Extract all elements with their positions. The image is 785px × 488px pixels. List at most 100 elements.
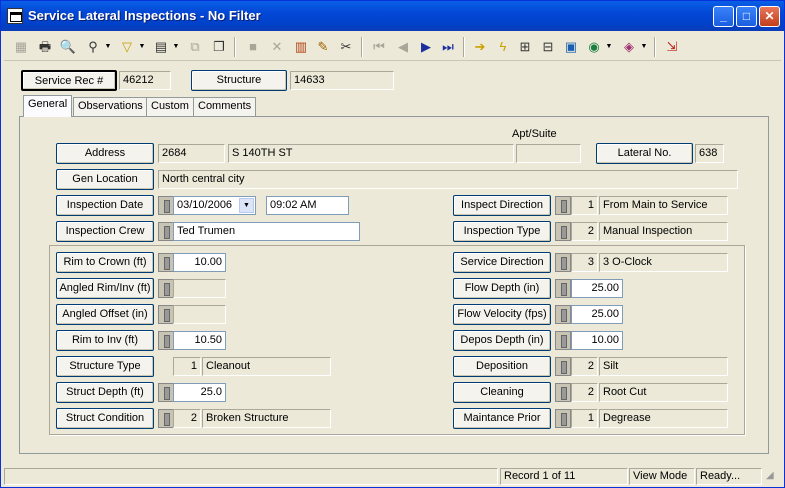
- maximize-button[interactable]: □: [736, 6, 757, 27]
- rim-to-crown-button[interactable]: Rim to Crown (ft): [56, 252, 154, 273]
- copy-icon[interactable]: ⧉: [184, 36, 206, 58]
- form-dropdown-icon[interactable]: ▼: [172, 36, 180, 58]
- filter-dropdown-icon[interactable]: ▼: [138, 36, 146, 58]
- duplicate-icon[interactable]: ❐: [208, 36, 230, 58]
- tab-general[interactable]: General: [23, 95, 73, 117]
- structure-type-button[interactable]: Structure Type: [56, 356, 154, 377]
- flow-velocity-button[interactable]: Flow Velocity (fps): [453, 304, 551, 325]
- tab-custom[interactable]: Custom: [146, 97, 194, 116]
- close-button[interactable]: ✕: [759, 6, 780, 27]
- book-icon[interactable]: ◈: [618, 36, 640, 58]
- rim-to-inv-button[interactable]: Rim to Inv (ft): [56, 330, 154, 351]
- minimize-button[interactable]: _: [713, 6, 734, 27]
- filter-icon[interactable]: ▽: [116, 36, 138, 58]
- record-selector-icon[interactable]: [158, 331, 174, 350]
- struct-depth-field[interactable]: 25.0: [173, 383, 226, 402]
- address-number-field: 2684: [158, 144, 225, 163]
- service-direction-button[interactable]: Service Direction: [453, 252, 551, 273]
- record-selector-icon[interactable]: [158, 253, 174, 272]
- inspection-crew-field[interactable]: Ted Trumen: [173, 222, 360, 241]
- structure-button[interactable]: Structure: [191, 70, 287, 91]
- gen-location-field: North central city: [158, 170, 738, 189]
- record-selector-icon[interactable]: [555, 409, 571, 428]
- tab-observations[interactable]: Observations: [73, 97, 148, 116]
- book-dropdown-icon[interactable]: ▼: [640, 36, 648, 58]
- record-selector-icon[interactable]: [555, 253, 571, 272]
- cleaning-button[interactable]: Cleaning: [453, 382, 551, 403]
- service-direction-code: 3: [571, 253, 598, 272]
- rim-to-inv-field[interactable]: 10.50: [173, 331, 226, 350]
- scissors-icon[interactable]: ✂: [335, 36, 357, 58]
- tab-comments[interactable]: Comments: [193, 97, 257, 116]
- struct-condition-code: 2: [173, 409, 201, 428]
- struct-condition-button[interactable]: Struct Condition: [56, 408, 154, 429]
- binoculars-icon[interactable]: ⚲: [82, 36, 104, 58]
- inspection-date-text: 03/10/2006: [177, 199, 233, 211]
- record-selector-icon[interactable]: [158, 279, 174, 298]
- first-record-icon[interactable]: ⏮: [368, 36, 390, 58]
- record-selector-icon[interactable]: [555, 279, 571, 298]
- service-direction-value: 3 O-Clock: [599, 253, 728, 272]
- lateral-no-button[interactable]: Lateral No.: [596, 143, 693, 164]
- angled-offset-button[interactable]: Angled Offset (in): [56, 304, 154, 325]
- delete-icon[interactable]: ✕: [266, 36, 288, 58]
- books-icon[interactable]: ▥: [290, 36, 312, 58]
- record-selector-icon[interactable]: [555, 383, 571, 402]
- depos-depth-field[interactable]: 10.00: [571, 331, 623, 350]
- arrow-right-icon[interactable]: ➔: [469, 36, 491, 58]
- struct-depth-button[interactable]: Struct Depth (ft): [56, 382, 154, 403]
- next-record-icon[interactable]: ▶: [415, 36, 437, 58]
- inspection-date-field[interactable]: 03/10/2006 ▼: [173, 196, 256, 215]
- preview-icon[interactable]: 🔍: [57, 36, 79, 58]
- app-window: Service Lateral Inspections - No Filter …: [0, 0, 785, 488]
- record-selector-icon[interactable]: [555, 357, 571, 376]
- exit-icon[interactable]: ⇲: [661, 36, 683, 58]
- toolbar: ▦ 🖶 🔍 ⚲ ▼ ▽ ▼ ▤ ▼ ⧉ ❐ ■ ✕ ▥ ✎ ✂ ⏮ ◀ ▶ ⏭ …: [4, 33, 781, 61]
- lightning-icon[interactable]: ϟ: [492, 36, 514, 58]
- hierarchy-icon[interactable]: ⊟: [537, 36, 559, 58]
- inspect-direction-code: 1: [571, 196, 598, 215]
- flow-velocity-field[interactable]: 25.00: [571, 305, 623, 324]
- address-button[interactable]: Address: [56, 143, 154, 164]
- inspection-crew-button[interactable]: Inspection Crew: [56, 221, 154, 242]
- record-selector-icon[interactable]: [158, 305, 174, 324]
- form-icon[interactable]: ▤: [150, 36, 172, 58]
- tree-icon[interactable]: ⊞: [514, 36, 536, 58]
- map-icon[interactable]: ▣: [560, 36, 582, 58]
- binoculars-dropdown-icon[interactable]: ▼: [104, 36, 112, 58]
- maintance-prior-button[interactable]: Maintance Prior: [453, 408, 551, 429]
- record-selector-icon[interactable]: [158, 222, 174, 241]
- title-bar: Service Lateral Inspections - No Filter …: [1, 1, 784, 31]
- record-selector-icon[interactable]: [555, 222, 571, 241]
- gen-location-button[interactable]: Gen Location: [56, 169, 154, 190]
- inspection-type-button[interactable]: Inspection Type: [453, 221, 551, 242]
- depos-depth-button[interactable]: Depos Depth (in): [453, 330, 551, 351]
- record-selector-icon[interactable]: [158, 409, 174, 428]
- toolbar-separator: [234, 37, 236, 57]
- angled-rim-inv-button[interactable]: Angled Rim/Inv (ft): [56, 278, 154, 299]
- record-selector-icon[interactable]: [158, 383, 174, 402]
- record-selector-icon[interactable]: [158, 196, 174, 215]
- service-rec-value: 46212: [119, 71, 171, 90]
- flow-depth-field[interactable]: 25.00: [571, 279, 623, 298]
- prev-record-icon[interactable]: ◀: [392, 36, 414, 58]
- record-selector-icon[interactable]: [555, 196, 571, 215]
- print-icon[interactable]: 🖶: [34, 36, 56, 58]
- flow-depth-button[interactable]: Flow Depth (in): [453, 278, 551, 299]
- resize-grip-icon[interactable]: ◢: [766, 470, 774, 481]
- grid-icon[interactable]: ▦: [10, 36, 32, 58]
- last-record-icon[interactable]: ⏭: [437, 36, 459, 58]
- pencil-icon[interactable]: ✎: [312, 36, 334, 58]
- save-icon[interactable]: ■: [242, 36, 264, 58]
- inspection-date-button[interactable]: Inspection Date: [56, 195, 154, 216]
- globe-dropdown-icon[interactable]: ▼: [605, 36, 613, 58]
- globe-icon[interactable]: ◉: [583, 36, 605, 58]
- deposition-button[interactable]: Deposition: [453, 356, 551, 377]
- chevron-down-icon[interactable]: ▼: [239, 198, 254, 213]
- record-selector-icon[interactable]: [555, 331, 571, 350]
- inspect-direction-button[interactable]: Inspect Direction: [453, 195, 551, 216]
- record-selector-icon[interactable]: [555, 305, 571, 324]
- inspection-time-field[interactable]: 09:02 AM: [266, 196, 349, 215]
- service-rec-button[interactable]: Service Rec #: [21, 70, 117, 91]
- rim-to-crown-field[interactable]: 10.00: [173, 253, 226, 272]
